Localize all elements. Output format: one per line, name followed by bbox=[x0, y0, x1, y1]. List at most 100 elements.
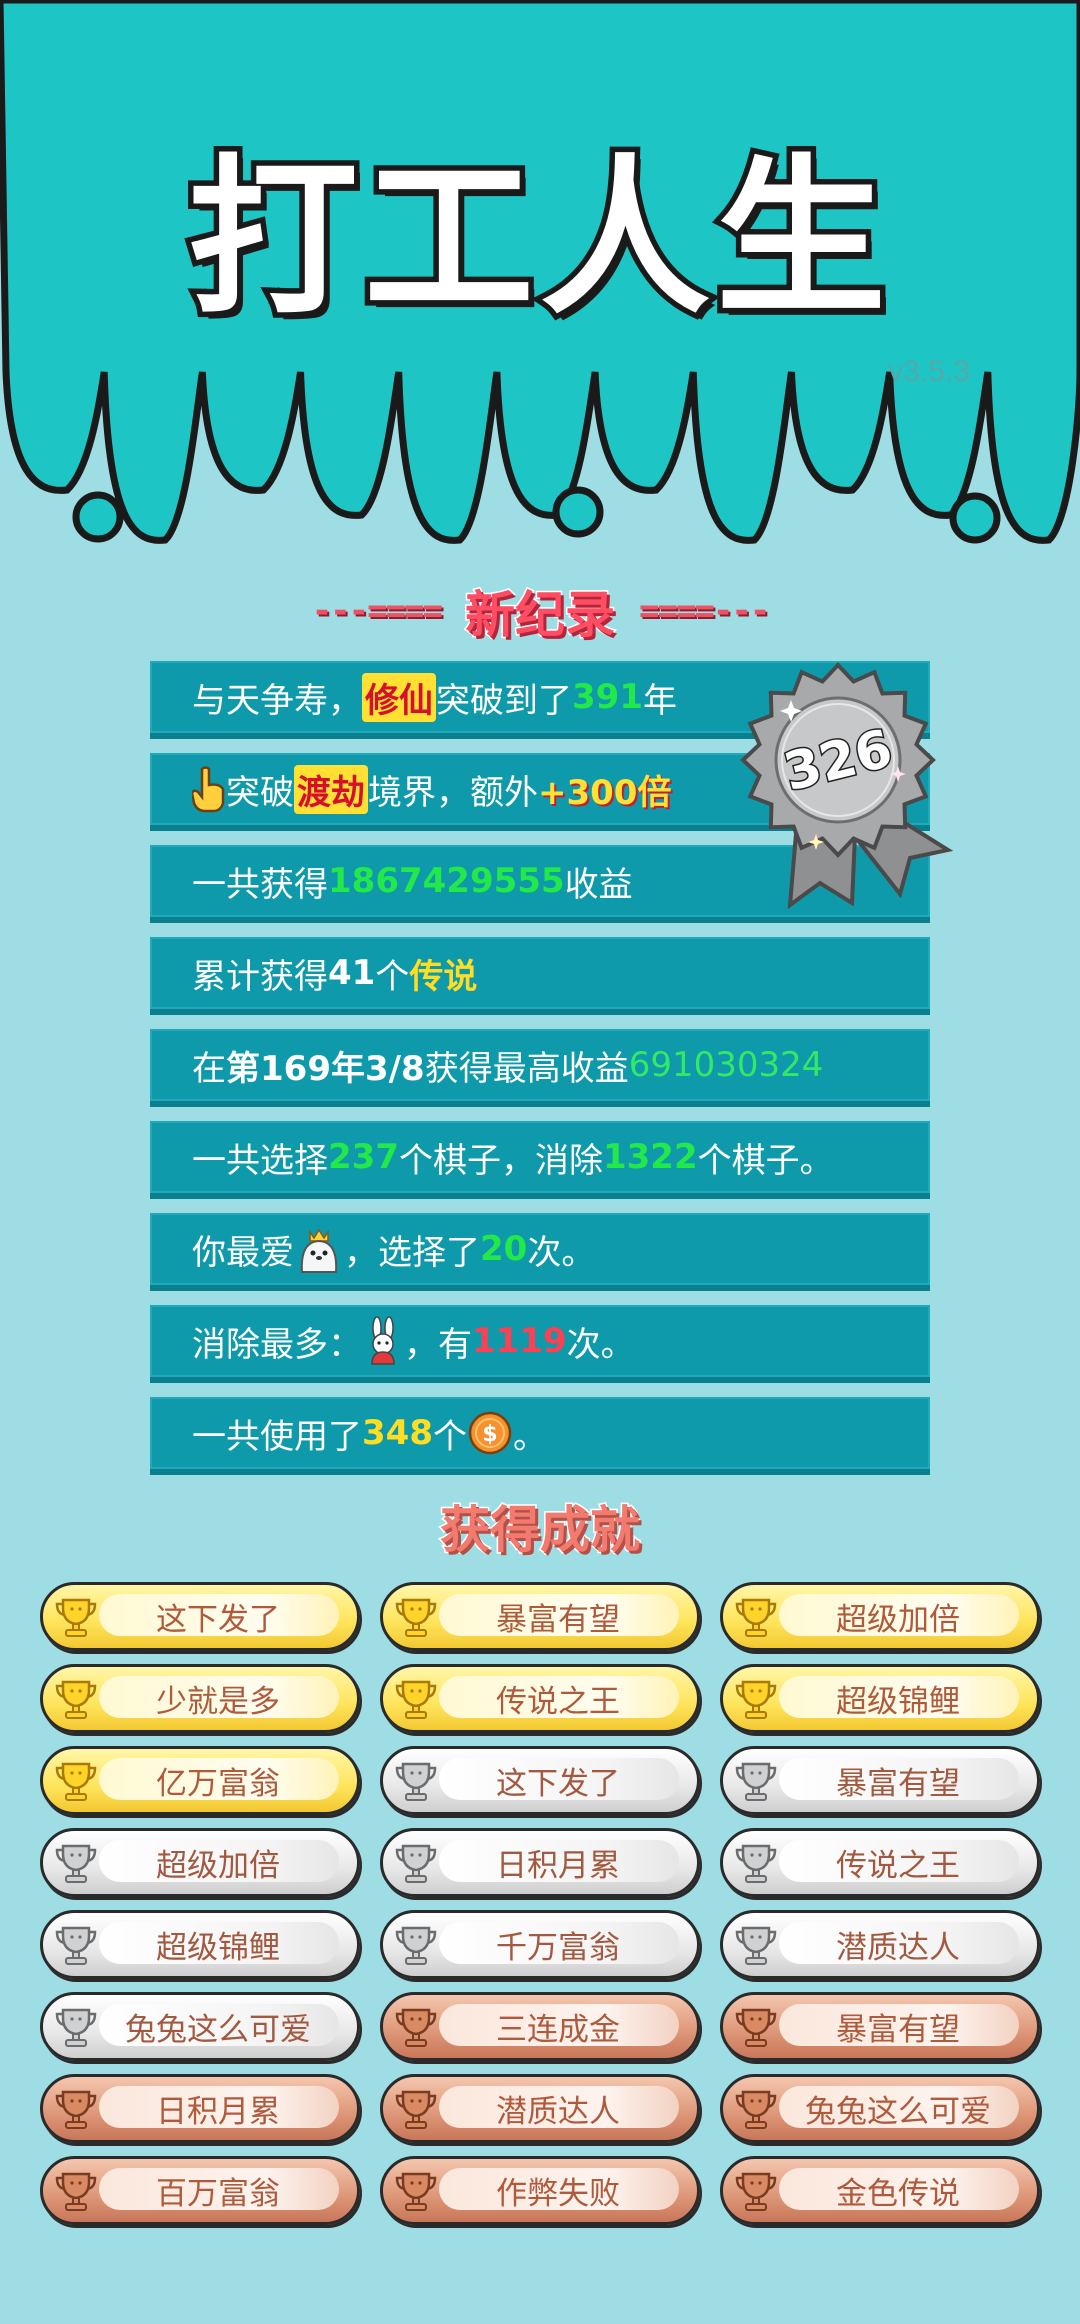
achievement-bronze[interactable]: 金色传说 bbox=[720, 2156, 1040, 2225]
achievement-label: 超级锦鲤 bbox=[836, 1684, 960, 1720]
pointing-hand-icon bbox=[192, 766, 225, 813]
stat-text: 突破到了 bbox=[436, 680, 572, 721]
achievement-label: 千万富翁 bbox=[496, 1930, 620, 1966]
achievement-label: 超级加倍 bbox=[156, 1848, 280, 1884]
stat-row-legends: 累计获得 41 个传说 bbox=[150, 937, 930, 1015]
rabbit-icon bbox=[371, 1316, 395, 1365]
stat-text: 一共选择 bbox=[192, 1140, 328, 1181]
version-label: v3.5.3 bbox=[888, 355, 970, 388]
drip-drop bbox=[72, 491, 124, 543]
achievement-bronze[interactable]: 作弊失败 bbox=[380, 2156, 700, 2225]
achievements-grid: 这下发了 暴富有望 超级加倍 少就是多 传说之王 超级锦鲤 亿万富翁 这下发了 暴富有望 超级加倍… bbox=[40, 1582, 1040, 2225]
achievement-label: 亿万富翁 bbox=[156, 1766, 280, 1802]
stat-row-favorite: 你最爱 ，选择了 20 次。 bbox=[150, 1213, 930, 1291]
achievement-silver[interactable]: 这下发了 bbox=[380, 1746, 700, 1815]
achievement-label: 金色传说 bbox=[836, 2176, 960, 2212]
stat-text: 累计获得 bbox=[192, 956, 328, 997]
achievement-bronze[interactable]: 暴富有望 bbox=[720, 1992, 1040, 2061]
achievement-gold[interactable]: 超级加倍 bbox=[720, 1582, 1040, 1651]
achievement-label: 日积月累 bbox=[496, 1848, 620, 1884]
stat-text: 个 bbox=[375, 956, 410, 997]
stat-date: 第169年3/8 bbox=[226, 1048, 425, 1089]
achievement-label: 潜质达人 bbox=[836, 1930, 960, 1966]
stat-text: 一共获得 bbox=[192, 864, 328, 905]
achievement-gold[interactable]: 少就是多 bbox=[40, 1664, 360, 1733]
stat-text: 消除最多： bbox=[192, 1324, 362, 1365]
stat-text: 个棋子。 bbox=[697, 1140, 834, 1181]
stat-highlight: 渡劫 bbox=[294, 764, 368, 814]
stat-text: 个 bbox=[432, 1416, 467, 1457]
achievement-label: 这下发了 bbox=[496, 1766, 620, 1802]
stat-highlight: 修仙 bbox=[362, 672, 436, 722]
achievement-label: 兔兔这么可爱 bbox=[805, 2094, 991, 2130]
achievement-gold[interactable]: 传说之王 bbox=[380, 1664, 700, 1733]
achievement-silver[interactable]: 潜质达人 bbox=[720, 1910, 1040, 1979]
stat-value: 391 bbox=[572, 677, 643, 717]
stat-value: 1322 bbox=[602, 1137, 698, 1177]
achievement-label: 百万富翁 bbox=[156, 2176, 280, 2212]
achievement-gold[interactable]: 这下发了 bbox=[40, 1582, 360, 1651]
svg-text:$: $ bbox=[482, 1422, 497, 1447]
achievement-bronze[interactable]: 潜质达人 bbox=[380, 2074, 700, 2143]
achievement-label: 传说之王 bbox=[836, 1848, 960, 1884]
achievement-silver[interactable]: 超级锦鲤 bbox=[40, 1910, 360, 1979]
stat-text: 收益 bbox=[564, 864, 633, 905]
achievement-label: 暴富有望 bbox=[496, 1602, 620, 1638]
achievements-title: 获得成就 bbox=[439, 1500, 642, 1561]
stat-text: 获得最高收益 bbox=[424, 1048, 629, 1089]
drip-drop bbox=[949, 492, 1001, 544]
stat-bonus: +300倍 bbox=[538, 772, 672, 813]
stat-row-most-cleared: 消除最多： ，有 1119 次。 bbox=[150, 1305, 930, 1383]
stat-text: 次。 bbox=[527, 1232, 596, 1273]
stat-row-best-income: 在 第169年3/8 获得最高收益 691030324 bbox=[150, 1029, 930, 1107]
stat-text: 次。 bbox=[566, 1324, 635, 1365]
stat-text: 。 bbox=[512, 1416, 547, 1457]
coin-icon: $ bbox=[468, 1411, 512, 1455]
achievement-bronze[interactable]: 百万富翁 bbox=[40, 2156, 360, 2225]
game-title: 打工人生 bbox=[182, 135, 892, 344]
achievement-label: 潜质达人 bbox=[496, 2094, 620, 2130]
stat-text: ，有 bbox=[404, 1324, 472, 1365]
achievement-silver[interactable]: 暴富有望 bbox=[720, 1746, 1040, 1815]
achievement-bronze[interactable]: 三连成金 bbox=[380, 1992, 700, 2061]
stat-row-pieces: 一共选择 237 个棋子，消除 1322 个棋子。 bbox=[150, 1121, 930, 1199]
achievement-label: 传说之王 bbox=[496, 1684, 620, 1720]
stat-text: 年 bbox=[642, 680, 677, 721]
achievement-silver[interactable]: 兔兔这么可爱 bbox=[40, 1992, 360, 2061]
achievement-label: 超级锦鲤 bbox=[156, 1930, 280, 1966]
stat-value: 41 bbox=[328, 953, 376, 993]
stat-row-coins: 一共使用了 348 个 $ 。 bbox=[150, 1397, 930, 1475]
achievement-label: 三连成金 bbox=[496, 2012, 620, 2048]
achievement-silver[interactable]: 千万富翁 bbox=[380, 1910, 700, 1979]
achievement-gold[interactable]: 超级锦鲤 bbox=[720, 1664, 1040, 1733]
stat-legend-label: 传说 bbox=[409, 956, 478, 997]
stat-value: 691030324 bbox=[628, 1045, 824, 1085]
achievement-label: 作弊失败 bbox=[496, 2176, 620, 2212]
achievement-silver[interactable]: 日积月累 bbox=[380, 1828, 700, 1897]
achievement-label: 暴富有望 bbox=[836, 1766, 960, 1802]
new-record-banner: ---==== 新纪录 ====--- bbox=[0, 575, 1080, 647]
achievement-silver[interactable]: 超级加倍 bbox=[40, 1828, 360, 1897]
achievement-label: 超级加倍 bbox=[836, 1602, 960, 1638]
achievement-label: 暴富有望 bbox=[836, 2012, 960, 2048]
stat-value: 237 bbox=[328, 1137, 399, 1177]
drip-drop bbox=[552, 486, 604, 538]
achievement-label: 兔兔这么可爱 bbox=[125, 2012, 311, 2048]
stat-text: 一共使用了 bbox=[192, 1416, 362, 1457]
stat-value: 348 bbox=[362, 1413, 433, 1453]
achievement-gold[interactable]: 亿万富翁 bbox=[40, 1746, 360, 1815]
stat-text: 境界，额外 bbox=[368, 772, 538, 813]
achievement-label: 少就是多 bbox=[156, 1684, 280, 1720]
crowned-seal-icon bbox=[300, 1228, 338, 1273]
stat-value: 1867429555 bbox=[328, 861, 565, 901]
stat-value: 1119 bbox=[472, 1321, 567, 1361]
achievement-bronze[interactable]: 兔兔这么可爱 bbox=[720, 2074, 1040, 2143]
stat-text: 个棋子，消除 bbox=[398, 1140, 603, 1181]
new-record-title: 新纪录 bbox=[464, 585, 617, 646]
achievement-silver[interactable]: 传说之王 bbox=[720, 1828, 1040, 1897]
stat-value: 20 bbox=[480, 1229, 528, 1269]
banner-left-dashes: ---==== bbox=[311, 591, 443, 631]
banner-right-dashes: ====--- bbox=[639, 591, 770, 631]
achievement-gold[interactable]: 暴富有望 bbox=[380, 1582, 700, 1651]
achievement-bronze[interactable]: 日积月累 bbox=[40, 2074, 360, 2143]
